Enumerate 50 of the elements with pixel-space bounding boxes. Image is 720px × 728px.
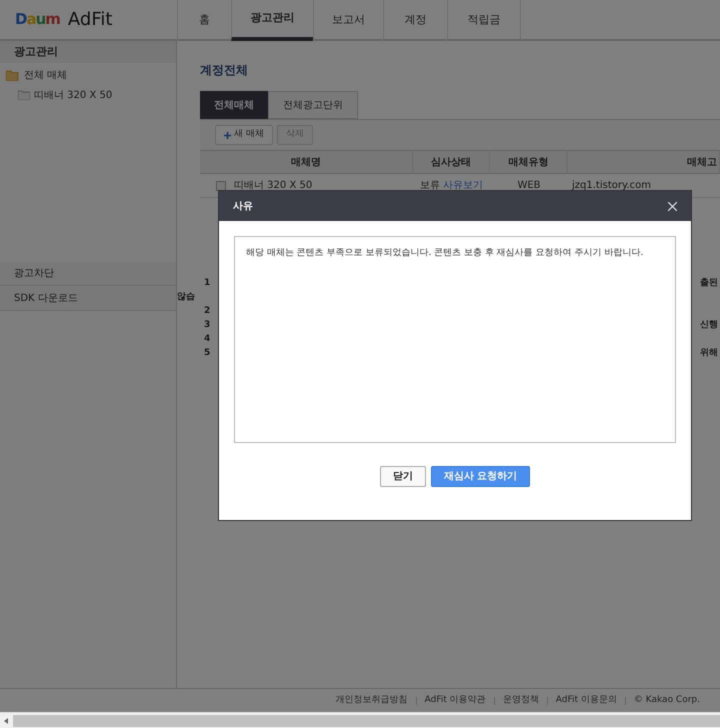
- table-cell-text: 띠배너 320 X 50: [234, 179, 312, 193]
- notice-text: 5: [203, 347, 210, 360]
- logo-mark: Daum: [15, 9, 60, 30]
- reason-textarea[interactable]: 해당 매체는 콘텐츠 부족으로 보류되었습니다. 콘텐츠 보충 후 재심사를 요청하여 주시기 바랍니다.: [234, 236, 676, 443]
- logo-text: AdFit: [68, 8, 112, 32]
- column-header: 매체유형: [490, 151, 568, 173]
- nav-tab[interactable]: 적립금: [447, 0, 520, 41]
- column-header: 매체명: [200, 151, 413, 173]
- notice-text: 3: [203, 319, 210, 332]
- column-header: 매체고: [568, 151, 720, 173]
- notice-text: 4: [203, 333, 210, 346]
- sidebar-menu-item[interactable]: 광고차단: [0, 262, 176, 286]
- table-cell-text: jzq1.tistory.com: [570, 179, 652, 193]
- content-tab[interactable]: 전체광고단위: [268, 91, 358, 119]
- footer-link[interactable]: 운영정책: [502, 694, 539, 708]
- reason-link[interactable]: 사유보기: [443, 178, 483, 193]
- page-title: 계정전체: [200, 62, 249, 79]
- tree-item[interactable]: 전체 매체: [24, 68, 68, 82]
- dialog-title: 사유: [233, 200, 253, 214]
- nav-tab[interactable]: 보고서: [313, 0, 383, 41]
- plus-icon: [224, 132, 231, 138]
- scrollbar-thumb[interactable]: [13, 714, 720, 726]
- content-tab[interactable]: 전체매체: [200, 91, 268, 119]
- sidebar-menu-item[interactable]: SDK 다운로드: [0, 287, 176, 311]
- horizontal-scrollbar[interactable]: [0, 712, 720, 728]
- row-checkbox[interactable]: [216, 180, 226, 190]
- notice-text: 않습: [177, 291, 195, 304]
- footer-link[interactable]: AdFit 이용약관: [424, 694, 486, 708]
- notice-text: 출된: [700, 277, 718, 290]
- footer-link[interactable]: AdFit 이용문의: [556, 694, 617, 708]
- sidebar-title: 광고관리: [0, 41, 176, 63]
- copyright-text: © Kakao Corp.: [634, 694, 700, 707]
- notice-text: 1: [203, 277, 210, 290]
- table-cell-text: WEB: [516, 179, 542, 193]
- notice-text: 2: [203, 305, 210, 318]
- add-button[interactable]: 새 매체: [215, 125, 273, 145]
- close-icon[interactable]: [668, 202, 677, 210]
- request-review-button[interactable]: 재심사 요청하기: [430, 466, 530, 487]
- tree-item[interactable]: 띠배너 320 X 50: [34, 88, 112, 102]
- notice-text: 신행: [700, 319, 718, 332]
- folder-icon: [18, 90, 30, 100]
- notice-text: 위해: [700, 347, 718, 360]
- nav-tab[interactable]: 계정: [383, 0, 447, 41]
- close-button[interactable]: 닫기: [380, 466, 426, 487]
- nav-tab[interactable]: 홈: [177, 0, 231, 41]
- nav-tab[interactable]: 광고관리: [231, 0, 313, 41]
- footer-link[interactable]: 개인정보취급방침: [336, 694, 408, 708]
- table-cell-text: 보류: [420, 179, 440, 193]
- scroll-left-icon[interactable]: [4, 718, 8, 724]
- column-header: 심사상태: [413, 151, 490, 173]
